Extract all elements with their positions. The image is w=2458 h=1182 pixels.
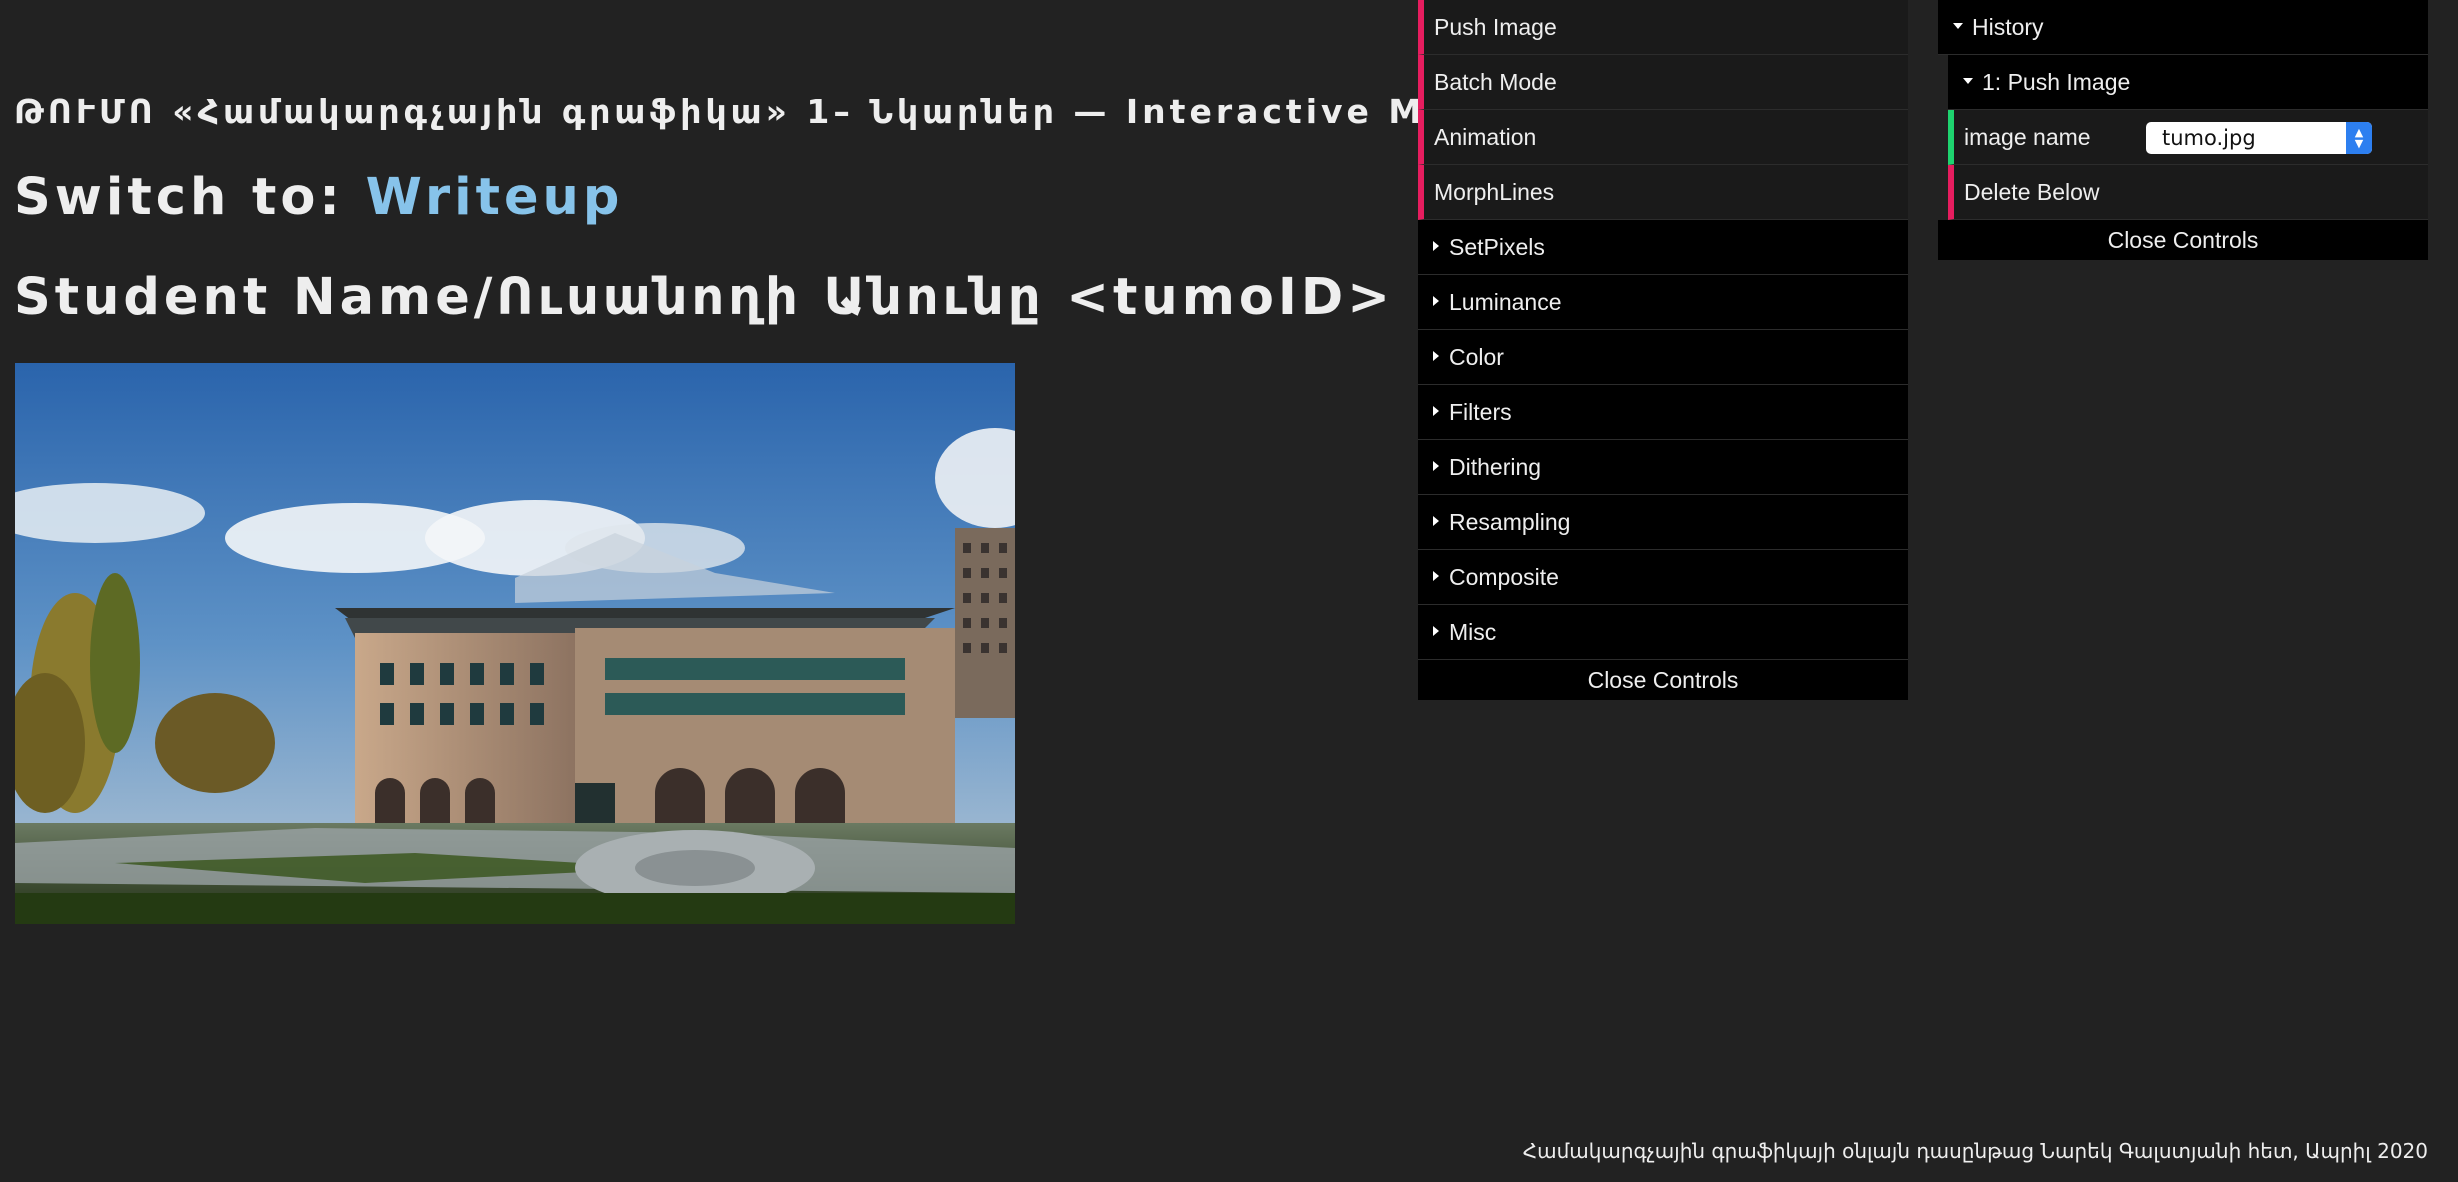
triangle-right-icon bbox=[1433, 295, 1439, 306]
delete-below-label: Delete Below bbox=[1964, 179, 2100, 205]
triangle-right-icon bbox=[1433, 240, 1439, 251]
folder-setpixels[interactable]: SetPixels bbox=[1418, 220, 1908, 275]
folder-luminance[interactable]: Luminance bbox=[1418, 275, 1908, 330]
animation-button[interactable]: Animation bbox=[1418, 110, 1908, 165]
page-title: ԹՈՒՄՈ «Համակարգչային գրաֆիկա» 1– Նկարներ… bbox=[14, 92, 1506, 131]
controls-panel: Push Image Batch Mode Animation MorphLin… bbox=[1418, 0, 1908, 700]
folder-dithering-label: Dithering bbox=[1449, 454, 1542, 480]
batch-mode-button[interactable]: Batch Mode bbox=[1418, 55, 1908, 110]
folder-setpixels-label: SetPixels bbox=[1449, 234, 1545, 260]
history-title: History bbox=[1972, 14, 2044, 40]
folder-dithering[interactable]: Dithering bbox=[1418, 440, 1908, 495]
close-history-controls-button[interactable]: Close Controls bbox=[1938, 220, 2428, 260]
morphlines-button[interactable]: MorphLines bbox=[1418, 165, 1908, 220]
folder-resampling[interactable]: Resampling bbox=[1418, 495, 1908, 550]
folder-filters-label: Filters bbox=[1449, 399, 1512, 425]
delete-below-button[interactable]: Delete Below bbox=[1948, 165, 2428, 220]
triangle-right-icon bbox=[1433, 405, 1439, 416]
history-item-push-image[interactable]: 1: Push Image bbox=[1948, 55, 2428, 110]
switch-prefix: Switch to: bbox=[14, 168, 344, 227]
page: ԹՈՒՄՈ «Համակարգչային գրաֆիկա» 1– Նկարներ… bbox=[0, 0, 2458, 1182]
campus-building-photo bbox=[15, 363, 1015, 924]
select-arrows-icon: ▲ ▼ bbox=[2346, 122, 2372, 154]
folder-luminance-label: Luminance bbox=[1449, 289, 1562, 315]
triangle-right-icon bbox=[1433, 570, 1439, 581]
folder-color[interactable]: Color bbox=[1418, 330, 1908, 385]
image-name-select[interactable]: tumo.jpg ▲ ▼ bbox=[2146, 122, 2372, 154]
folder-resampling-label: Resampling bbox=[1449, 509, 1571, 535]
triangle-down-icon bbox=[1963, 77, 1973, 84]
image-name-row: image name tumo.jpg ▲ ▼ bbox=[1948, 110, 2428, 165]
image-name-value: tumo.jpg bbox=[2162, 126, 2256, 150]
folder-filters[interactable]: Filters bbox=[1418, 385, 1908, 440]
push-image-label: Push Image bbox=[1434, 14, 1557, 40]
history-item-title: 1: Push Image bbox=[1982, 69, 2131, 95]
animation-label: Animation bbox=[1434, 124, 1537, 150]
triangle-right-icon bbox=[1433, 515, 1439, 526]
push-image-button[interactable]: Push Image bbox=[1418, 0, 1908, 55]
folder-misc[interactable]: Misc bbox=[1418, 605, 1908, 660]
triangle-down-icon bbox=[1953, 22, 1963, 29]
triangle-right-icon bbox=[1433, 625, 1439, 636]
image-name-label: image name bbox=[1964, 124, 2091, 150]
triangle-right-icon bbox=[1433, 460, 1439, 471]
batch-mode-label: Batch Mode bbox=[1434, 69, 1557, 95]
writeup-link[interactable]: Writeup bbox=[366, 168, 624, 227]
folder-composite[interactable]: Composite bbox=[1418, 550, 1908, 605]
history-folder[interactable]: History bbox=[1938, 0, 2428, 55]
triangle-right-icon bbox=[1433, 350, 1439, 361]
folder-composite-label: Composite bbox=[1449, 564, 1559, 590]
history-item-group: 1: Push Image image name tumo.jpg ▲ ▼ Del… bbox=[1948, 55, 2428, 220]
morphlines-label: MorphLines bbox=[1434, 179, 1555, 205]
close-controls-button[interactable]: Close Controls bbox=[1418, 660, 1908, 700]
folder-color-label: Color bbox=[1449, 344, 1504, 370]
footer-credit: Համակարգչային գրաֆիկայի օնլայն դասընթաց … bbox=[1522, 1139, 2428, 1163]
student-name-heading: Student Name/Ուսանողի Անունը <tumoID> bbox=[14, 268, 1394, 327]
switch-mode-line: Switch to: Writeup bbox=[14, 168, 623, 227]
folder-misc-label: Misc bbox=[1449, 619, 1497, 645]
history-panel: History 1: Push Image image name tumo.jp… bbox=[1938, 0, 2428, 260]
